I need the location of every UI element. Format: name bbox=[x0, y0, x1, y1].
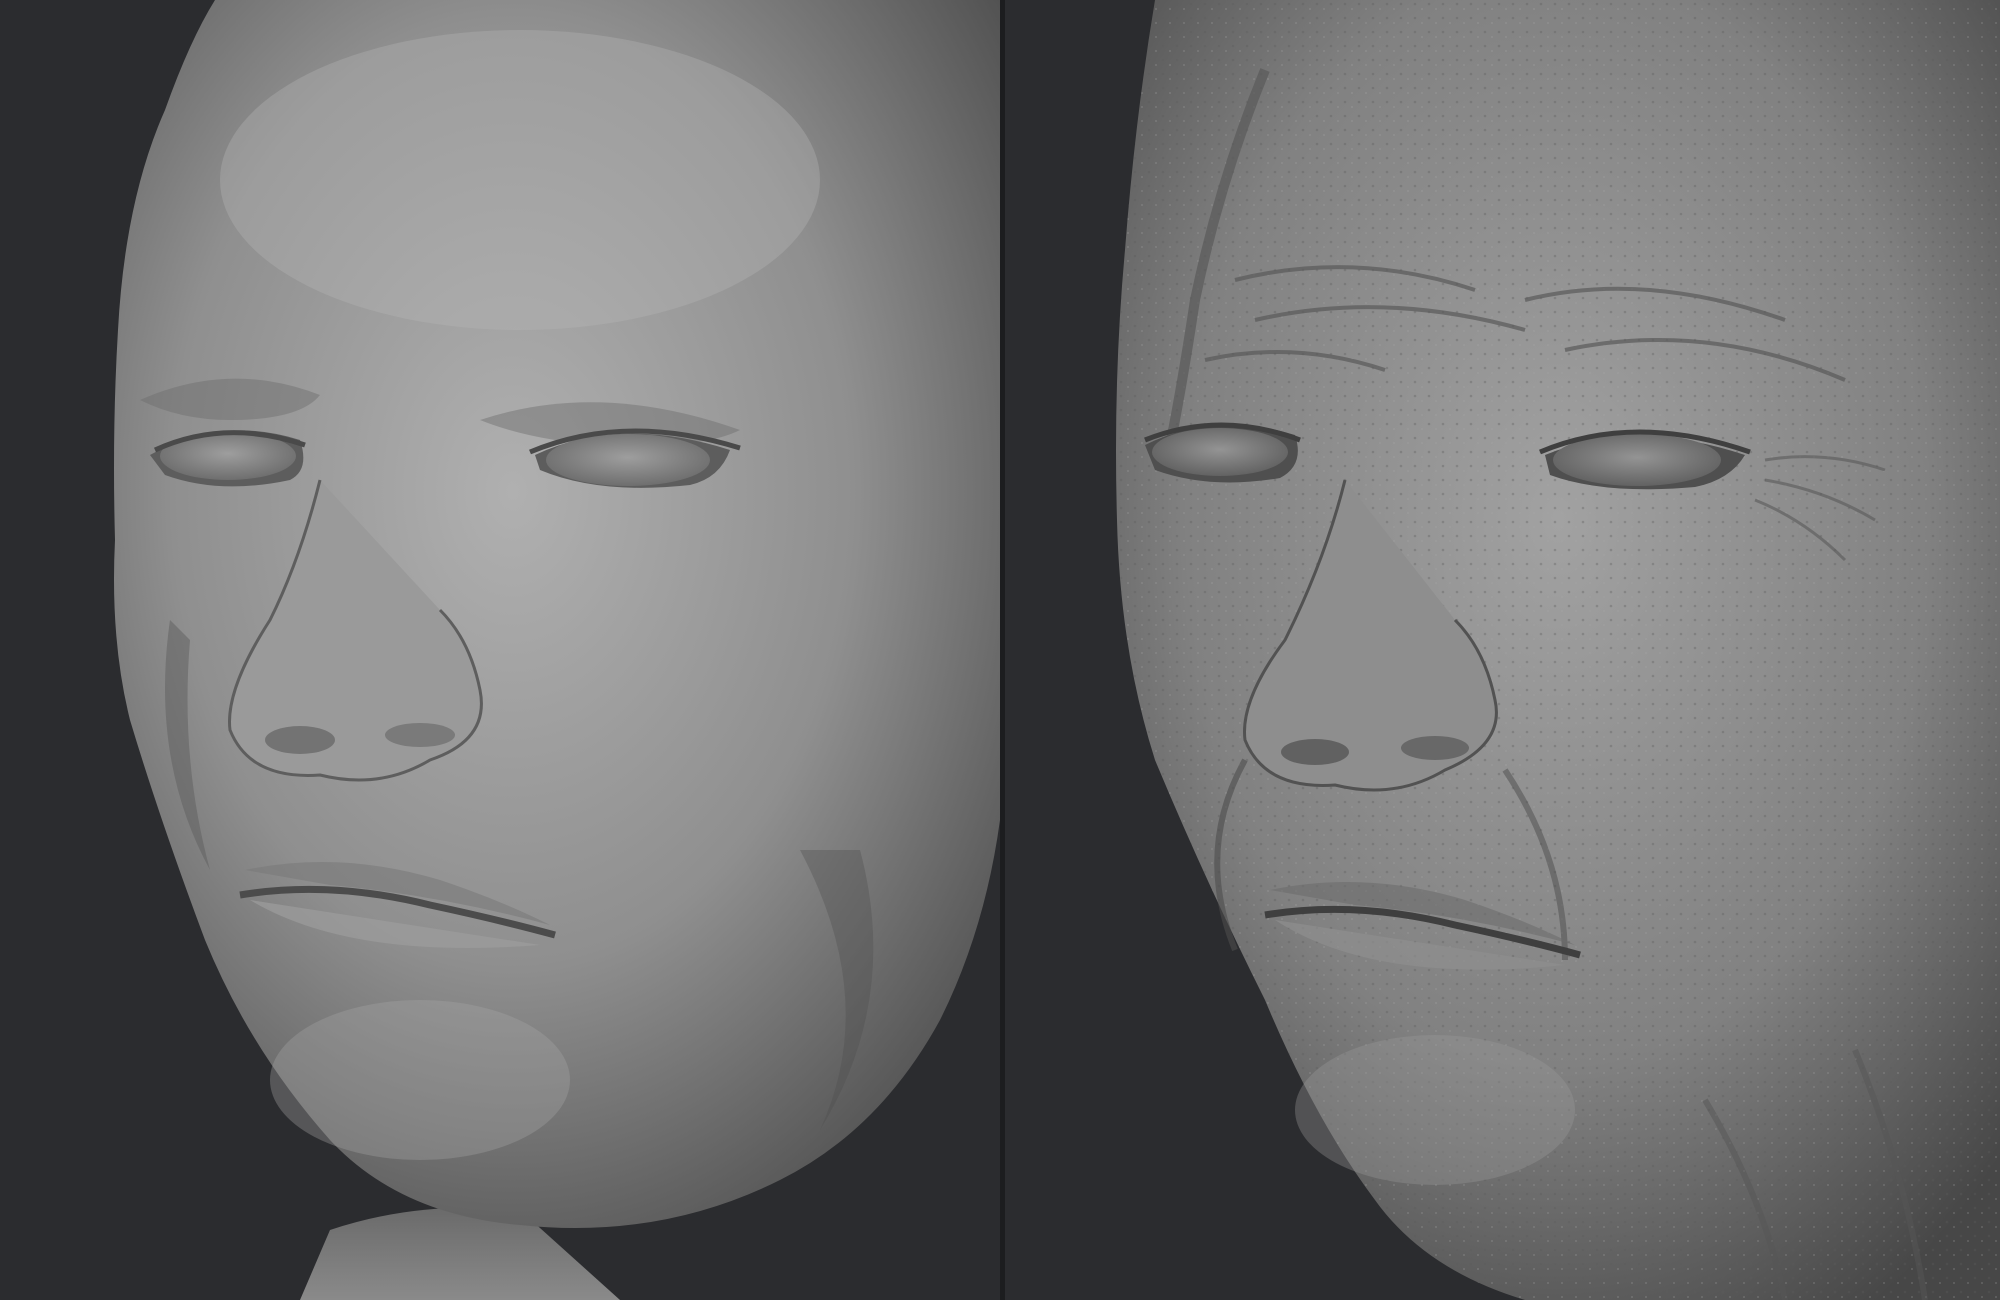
eye-left bbox=[1144, 422, 1301, 483]
comparison-stage bbox=[0, 0, 2000, 1300]
render-panel-detailed bbox=[1005, 0, 2000, 1300]
detailed-head-render bbox=[1005, 0, 2000, 1300]
render-panel-smooth bbox=[0, 0, 1000, 1300]
smooth-head-render bbox=[0, 0, 1000, 1300]
